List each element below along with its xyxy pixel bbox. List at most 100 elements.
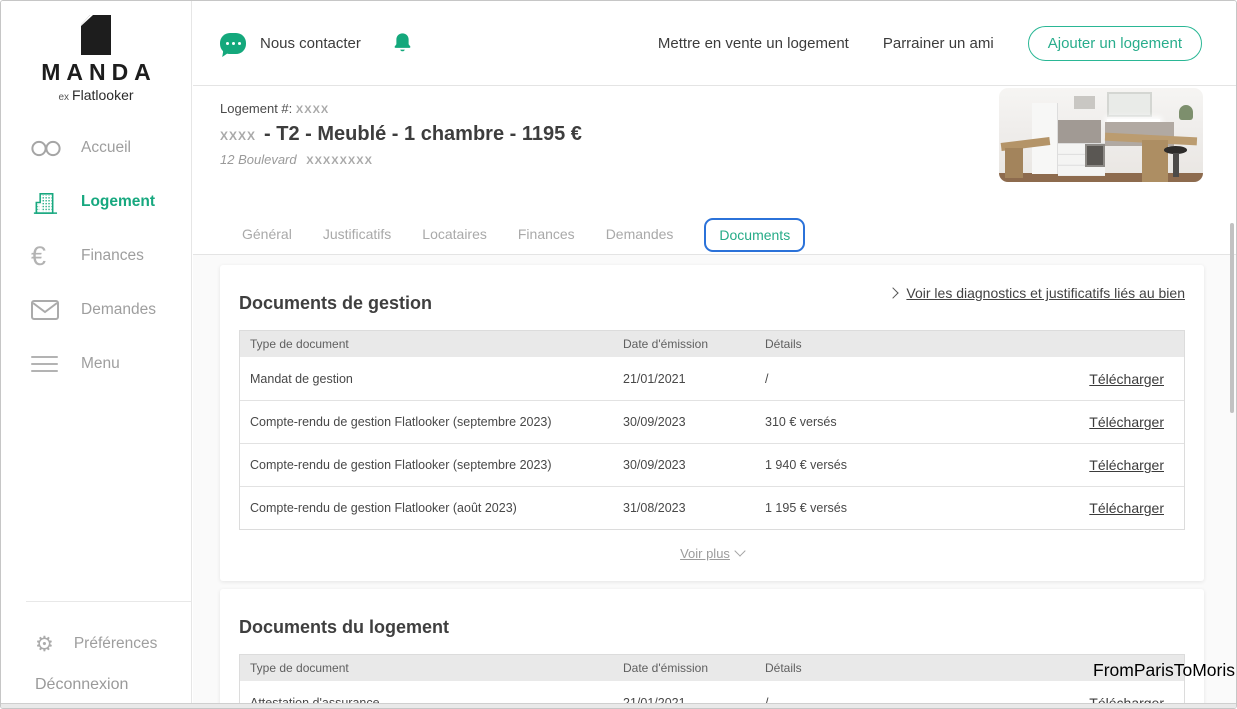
topbar: Nous contacter Mettre en vente un logeme… (193, 1, 1237, 86)
photo-detail (1107, 92, 1152, 117)
sidebar-item-accueil[interactable]: Accueil (1, 121, 191, 175)
tab-justificatifs[interactable]: Justificatifs (323, 226, 391, 242)
table-row: Compte-rendu de gestion Flatlooker (sept… (240, 443, 1184, 486)
logement-documents-card: Documents du logement Type de document D… (220, 589, 1204, 709)
refer-friend-link[interactable]: Parrainer un ami (883, 35, 994, 52)
contact-label: Nous contacter (260, 35, 361, 52)
download-link[interactable]: Télécharger (1089, 500, 1164, 516)
sidebar-item-preferences[interactable]: ⚙ Préférences (1, 616, 191, 672)
column-header-details: Détails (755, 337, 1034, 351)
gestion-card-head: Documents de gestion Voir les diagnostic… (239, 283, 1185, 314)
window-bottom-edge (1, 703, 1236, 708)
gestion-documents-card: Documents de gestion Voir les diagnostic… (220, 265, 1204, 581)
column-header-date: Date d'émission (613, 337, 755, 351)
documents-content: Documents de gestion Voir les diagnostic… (193, 255, 1237, 709)
photo-detail (1074, 96, 1094, 109)
column-header-date: Date d'émission (613, 661, 755, 675)
gestion-table: Type de document Date d'émission Détails… (239, 330, 1185, 530)
brand-logo[interactable]: MANDA exFlatlooker (1, 1, 191, 121)
doc-type: Compte-rendu de gestion Flatlooker (sept… (240, 415, 613, 429)
chevron-right-icon (888, 287, 899, 298)
sidebar-item-label: Logement (81, 193, 155, 211)
preferences-label: Préférences (74, 635, 158, 653)
gear-icon: ⚙ (35, 634, 54, 655)
doc-date: 30/09/2023 (613, 415, 755, 429)
sidebar-item-label: Menu (81, 355, 120, 373)
chat-bubble-icon (220, 33, 246, 54)
contact-us-button[interactable]: Nous contacter (220, 33, 361, 54)
sidebar-item-label: Accueil (81, 139, 131, 157)
chevron-down-icon (734, 545, 745, 556)
property-title-masked: XXXX (220, 129, 256, 143)
logement-section-title: Documents du logement (239, 617, 449, 638)
sidebar-item-label: Finances (81, 247, 144, 265)
brand-subtitle-prefix: ex (58, 92, 69, 103)
app-window: MANDA exFlatlooker Accueil (0, 0, 1237, 709)
tab-documents[interactable]: Documents (704, 218, 805, 252)
download-link[interactable]: Télécharger (1089, 371, 1164, 387)
table-row: Compte-rendu de gestion Flatlooker (août… (240, 486, 1184, 529)
tab-demandes[interactable]: Demandes (606, 226, 674, 242)
photo-detail (1142, 140, 1169, 182)
property-tabs: Général Justificatifs Locataires Finance… (193, 213, 1237, 255)
download-link[interactable]: Télécharger (1089, 457, 1164, 473)
download-link[interactable]: Télécharger (1089, 414, 1164, 430)
sidebar-item-logement[interactable]: Logement (1, 175, 191, 229)
doc-details: 310 € versés (755, 415, 1034, 429)
doc-type: Compte-rendu de gestion Flatlooker (sept… (240, 458, 613, 472)
sidebar-item-demandes[interactable]: Demandes (1, 283, 191, 337)
binoculars-icon (31, 140, 65, 157)
table-header-row: Type de document Date d'émission Détails (240, 655, 1184, 681)
property-id-label: Logement #: (220, 101, 292, 116)
vertical-scrollbar-thumb[interactable] (1230, 223, 1234, 413)
table-row: Mandat de gestion 21/01/2021 / Télécharg… (240, 357, 1184, 400)
diagnostics-link-label: Voir les diagnostics et justificatifs li… (906, 285, 1185, 301)
property-id-masked: XXXX (296, 104, 329, 116)
notifications-bell-icon[interactable] (392, 31, 413, 55)
sidebar-item-menu[interactable]: Menu (1, 337, 191, 391)
main-area: Nous contacter Mettre en vente un logeme… (193, 1, 1237, 708)
property-address-masked: XXXXXXXX (306, 155, 373, 167)
sidebar-bottom: ⚙ Préférences Déconnexion (1, 601, 191, 708)
doc-details: 1 195 € versés (755, 501, 1034, 515)
sidebar-item-label: Demandes (81, 301, 156, 319)
tab-general[interactable]: Général (242, 226, 292, 242)
gestion-section-title: Documents de gestion (239, 293, 432, 314)
euro-icon: € (31, 243, 65, 270)
photo-detail (1173, 153, 1178, 177)
column-header-type: Type de document (240, 337, 613, 351)
add-property-button[interactable]: Ajouter un logement (1028, 26, 1202, 61)
property-address-text: 12 Boulevard (220, 152, 297, 167)
sidebar-nav: Accueil Logement € Finances (1, 121, 191, 391)
envelope-icon (31, 300, 65, 320)
sidebar-item-finances[interactable]: € Finances (1, 229, 191, 283)
sell-property-link[interactable]: Mettre en vente un logement (658, 35, 849, 52)
doc-date: 30/09/2023 (613, 458, 755, 472)
column-header-type: Type de document (240, 661, 613, 675)
doc-date: 21/01/2021 (613, 372, 755, 386)
sidebar: MANDA exFlatlooker Accueil (1, 1, 192, 708)
brand-name: MANDA (1, 59, 191, 86)
sidebar-divider (26, 601, 191, 602)
property-header: Logement #: XXXX XXXX - T2 - Meublé - 1 c… (193, 86, 1237, 213)
see-more-link[interactable]: Voir plus (680, 546, 730, 561)
doc-details: / (755, 372, 1034, 386)
diagnostics-link[interactable]: Voir les diagnostics et justificatifs li… (889, 285, 1185, 301)
tab-locataires[interactable]: Locataires (422, 226, 487, 242)
see-more-row: Voir plus (239, 545, 1185, 567)
watermark-text: FromParisToMoris (1093, 660, 1235, 681)
doc-date: 31/08/2023 (613, 501, 755, 515)
brand-subtitle-text: Flatlooker (72, 87, 133, 103)
logement-card-head: Documents du logement (239, 607, 1185, 638)
doc-type: Mandat de gestion (240, 372, 613, 386)
property-title-text: - T2 - Meublé - 1 chambre - 1195 € (264, 123, 582, 145)
logement-table: Type de document Date d'émission Détails… (239, 654, 1185, 709)
photo-detail (1085, 144, 1105, 167)
table-header-row: Type de document Date d'émission Détails (240, 331, 1184, 357)
tab-finances[interactable]: Finances (518, 226, 575, 242)
property-photo[interactable] (999, 88, 1203, 182)
table-row: Compte-rendu de gestion Flatlooker (sept… (240, 400, 1184, 443)
building-icon (31, 188, 65, 216)
photo-detail (1179, 105, 1193, 120)
photo-detail (1005, 148, 1023, 178)
